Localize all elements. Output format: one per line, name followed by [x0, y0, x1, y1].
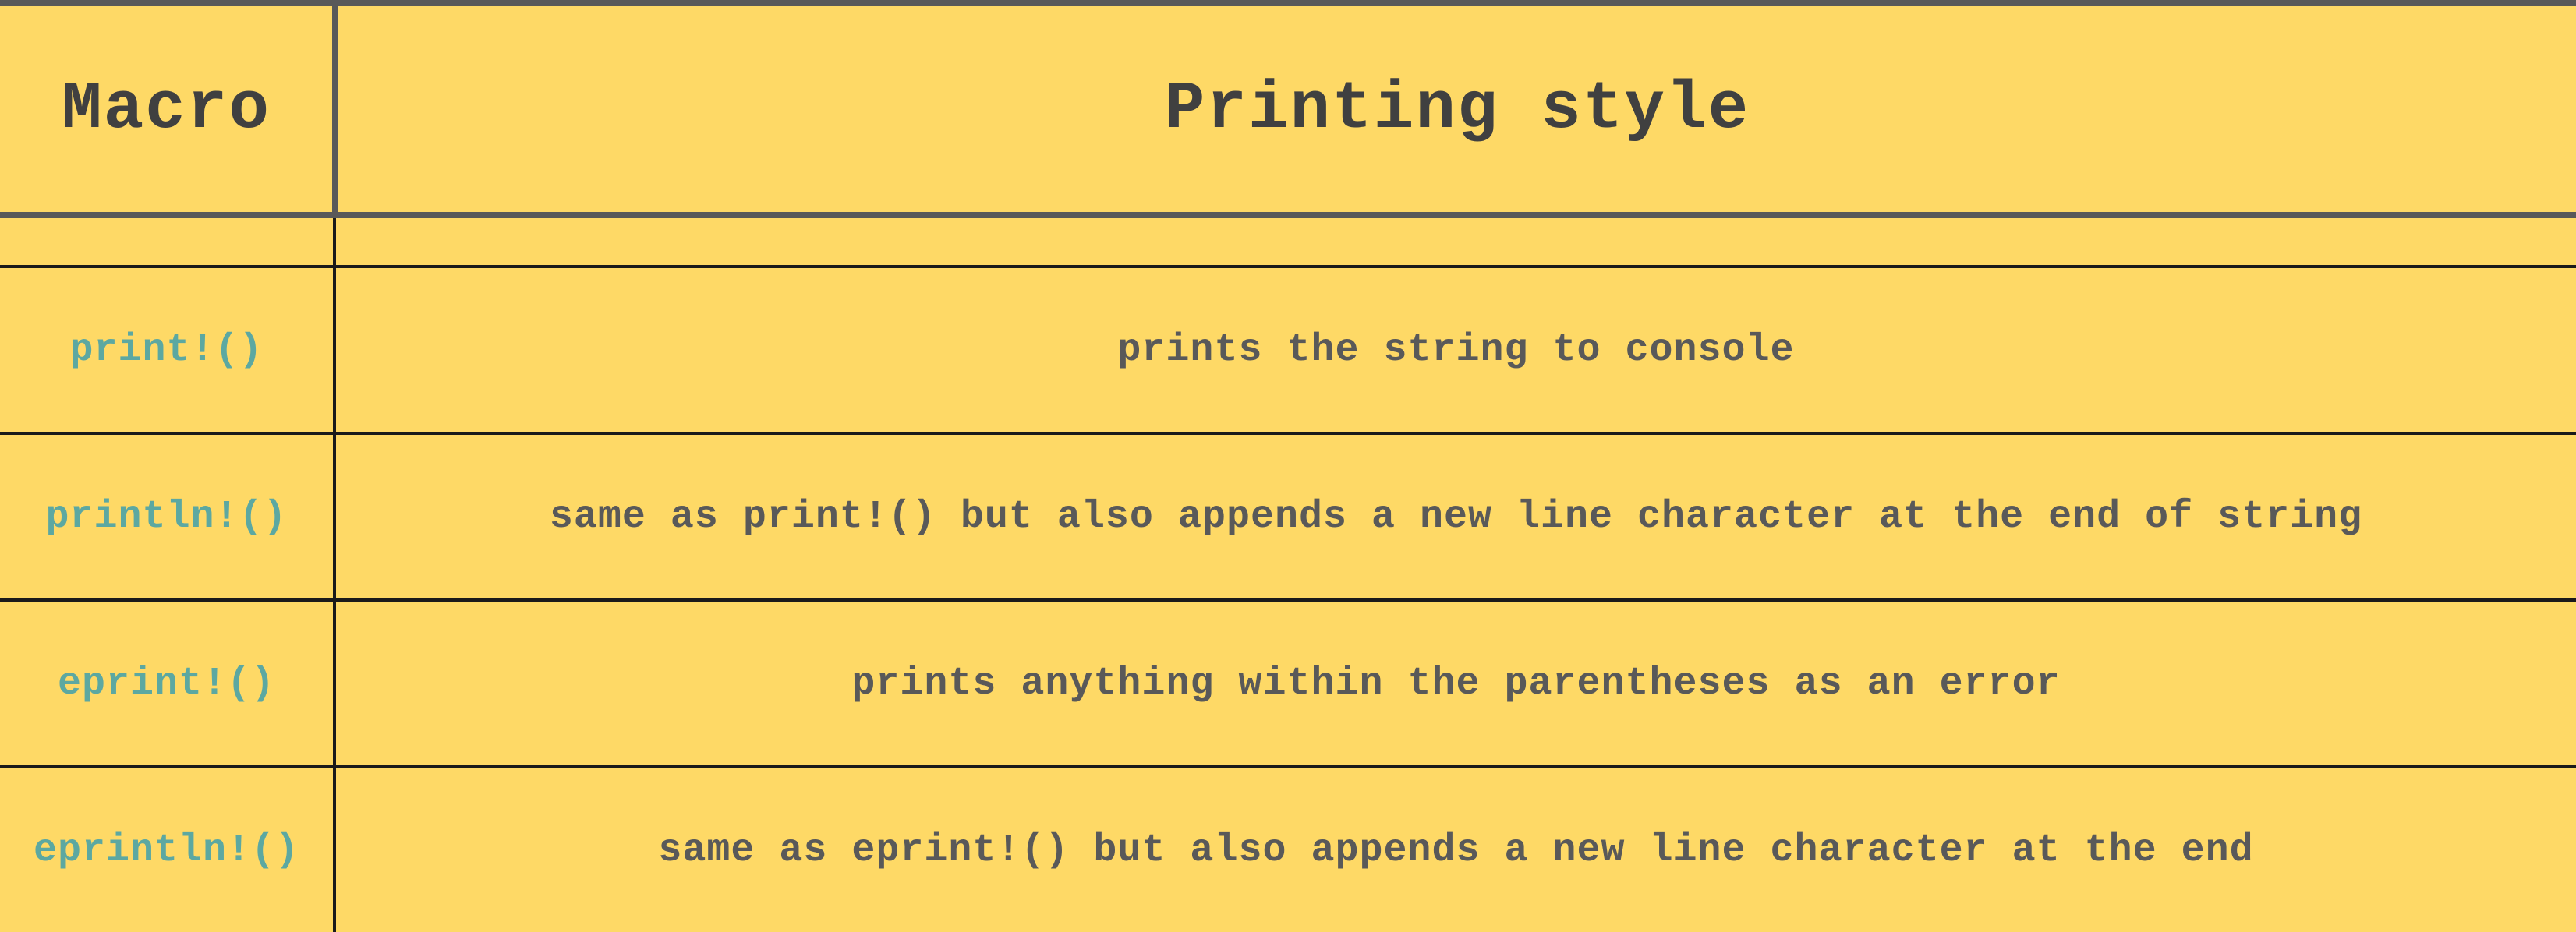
- table-row-description: same as eprint!() but also appends a new…: [336, 768, 2576, 932]
- macro-name: print!(): [69, 327, 264, 372]
- table-row-description: same as print!() but also appends a new …: [336, 435, 2576, 598]
- macro-description: same as print!() but also appends a new …: [549, 494, 2363, 539]
- macro-name: println!(): [45, 494, 288, 539]
- macro-table: Macro Printing style print!() prints the…: [0, 0, 2576, 932]
- macro-name: eprintln!(): [33, 828, 300, 873]
- table-top-border: [0, 0, 2576, 6]
- table-row-macro: println!(): [0, 435, 333, 598]
- table-row-description: prints anything within the parentheses a…: [336, 602, 2576, 765]
- table-row-macro: eprintln!(): [0, 768, 333, 932]
- header-bottom-border: [0, 212, 2576, 218]
- table-row-description: prints the string to console: [336, 268, 2576, 432]
- macro-description: prints the string to console: [1117, 327, 1795, 372]
- column-header-printing-style-label: Printing style: [1164, 71, 1750, 147]
- column-header-macro: Macro: [0, 6, 332, 212]
- macro-description: same as eprint!() but also appends a new…: [658, 828, 2254, 873]
- macro-name: eprint!(): [57, 661, 276, 706]
- macro-description: prints anything within the parentheses a…: [851, 661, 2061, 706]
- column-header-macro-label: Macro: [61, 71, 271, 147]
- header-column-divider: [332, 6, 338, 212]
- column-header-printing-style: Printing style: [338, 6, 2576, 212]
- table-row-macro: eprint!(): [0, 602, 333, 765]
- table-row-macro: print!(): [0, 268, 333, 432]
